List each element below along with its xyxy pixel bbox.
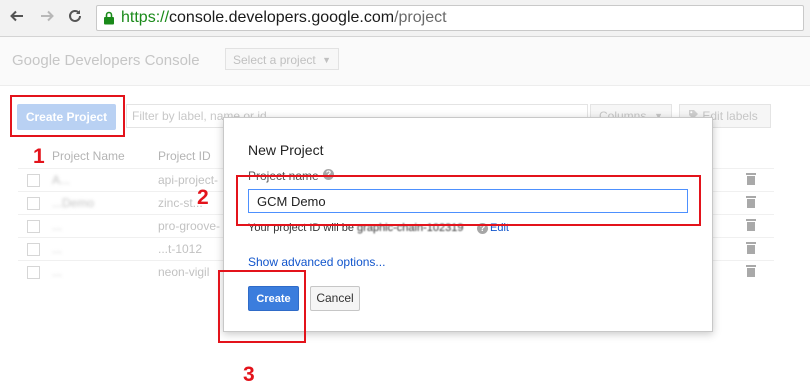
- column-header-project-id: Project ID: [158, 149, 211, 163]
- row-checkbox[interactable]: [27, 197, 40, 210]
- url-host: console.developers.google.com: [169, 9, 395, 26]
- project-selector-label: Select a project: [233, 53, 316, 67]
- show-advanced-options-link[interactable]: Show advanced options...: [248, 255, 385, 269]
- brand-logo: Google Developers Console: [12, 52, 200, 69]
- trash-icon[interactable]: [745, 241, 757, 257]
- trash-icon[interactable]: [745, 195, 757, 211]
- annotation-box-project-name: [236, 175, 701, 226]
- project-name-cell: ...Demo: [52, 196, 95, 210]
- address-bar[interactable]: https://console.developers.google.com/pr…: [96, 5, 804, 31]
- annotation-step-1: 1: [33, 145, 45, 168]
- back-icon[interactable]: [7, 8, 27, 28]
- forward-icon[interactable]: [37, 8, 57, 28]
- url-scheme: https://: [121, 9, 170, 26]
- project-name-cell: ...: [52, 219, 63, 233]
- trash-icon[interactable]: [745, 264, 757, 280]
- annotation-step-3: 3: [243, 363, 255, 386]
- row-checkbox[interactable]: [27, 243, 40, 256]
- trash-icon[interactable]: [745, 172, 757, 188]
- trash-icon[interactable]: [745, 218, 757, 234]
- cancel-button[interactable]: Cancel: [310, 286, 360, 311]
- url-text: https://console.developers.google.com/pr…: [121, 8, 447, 28]
- project-id-cell: ...t-1012: [158, 242, 203, 256]
- project-id-cell: api-project-: [158, 173, 219, 187]
- reload-icon[interactable]: [65, 8, 85, 28]
- caret-down-icon: ▼: [322, 55, 331, 65]
- project-name-cell: ...: [52, 265, 63, 279]
- row-checkbox[interactable]: [27, 174, 40, 187]
- annotation-box-create-project: [10, 95, 125, 137]
- row-checkbox[interactable]: [27, 266, 40, 279]
- lock-icon: [103, 11, 115, 28]
- project-selector[interactable]: Select a project ▼: [225, 48, 339, 70]
- project-name-cell: ...: [52, 242, 63, 256]
- project-id-cell: pro-groove-: [158, 219, 221, 233]
- project-id-cell: zinc-st...: [158, 196, 203, 210]
- annotation-box-create-button: [218, 270, 306, 343]
- browser-toolbar: https://console.developers.google.com/pr…: [0, 0, 810, 37]
- annotation-step-2: 2: [197, 186, 209, 209]
- project-name-cell: A...: [52, 173, 71, 187]
- project-id-cell: neon-vigil: [158, 265, 210, 279]
- column-header-project-name: Project Name: [52, 149, 125, 163]
- row-checkbox[interactable]: [27, 220, 40, 233]
- dialog-title: New Project: [248, 142, 324, 158]
- url-path: /project: [394, 9, 447, 26]
